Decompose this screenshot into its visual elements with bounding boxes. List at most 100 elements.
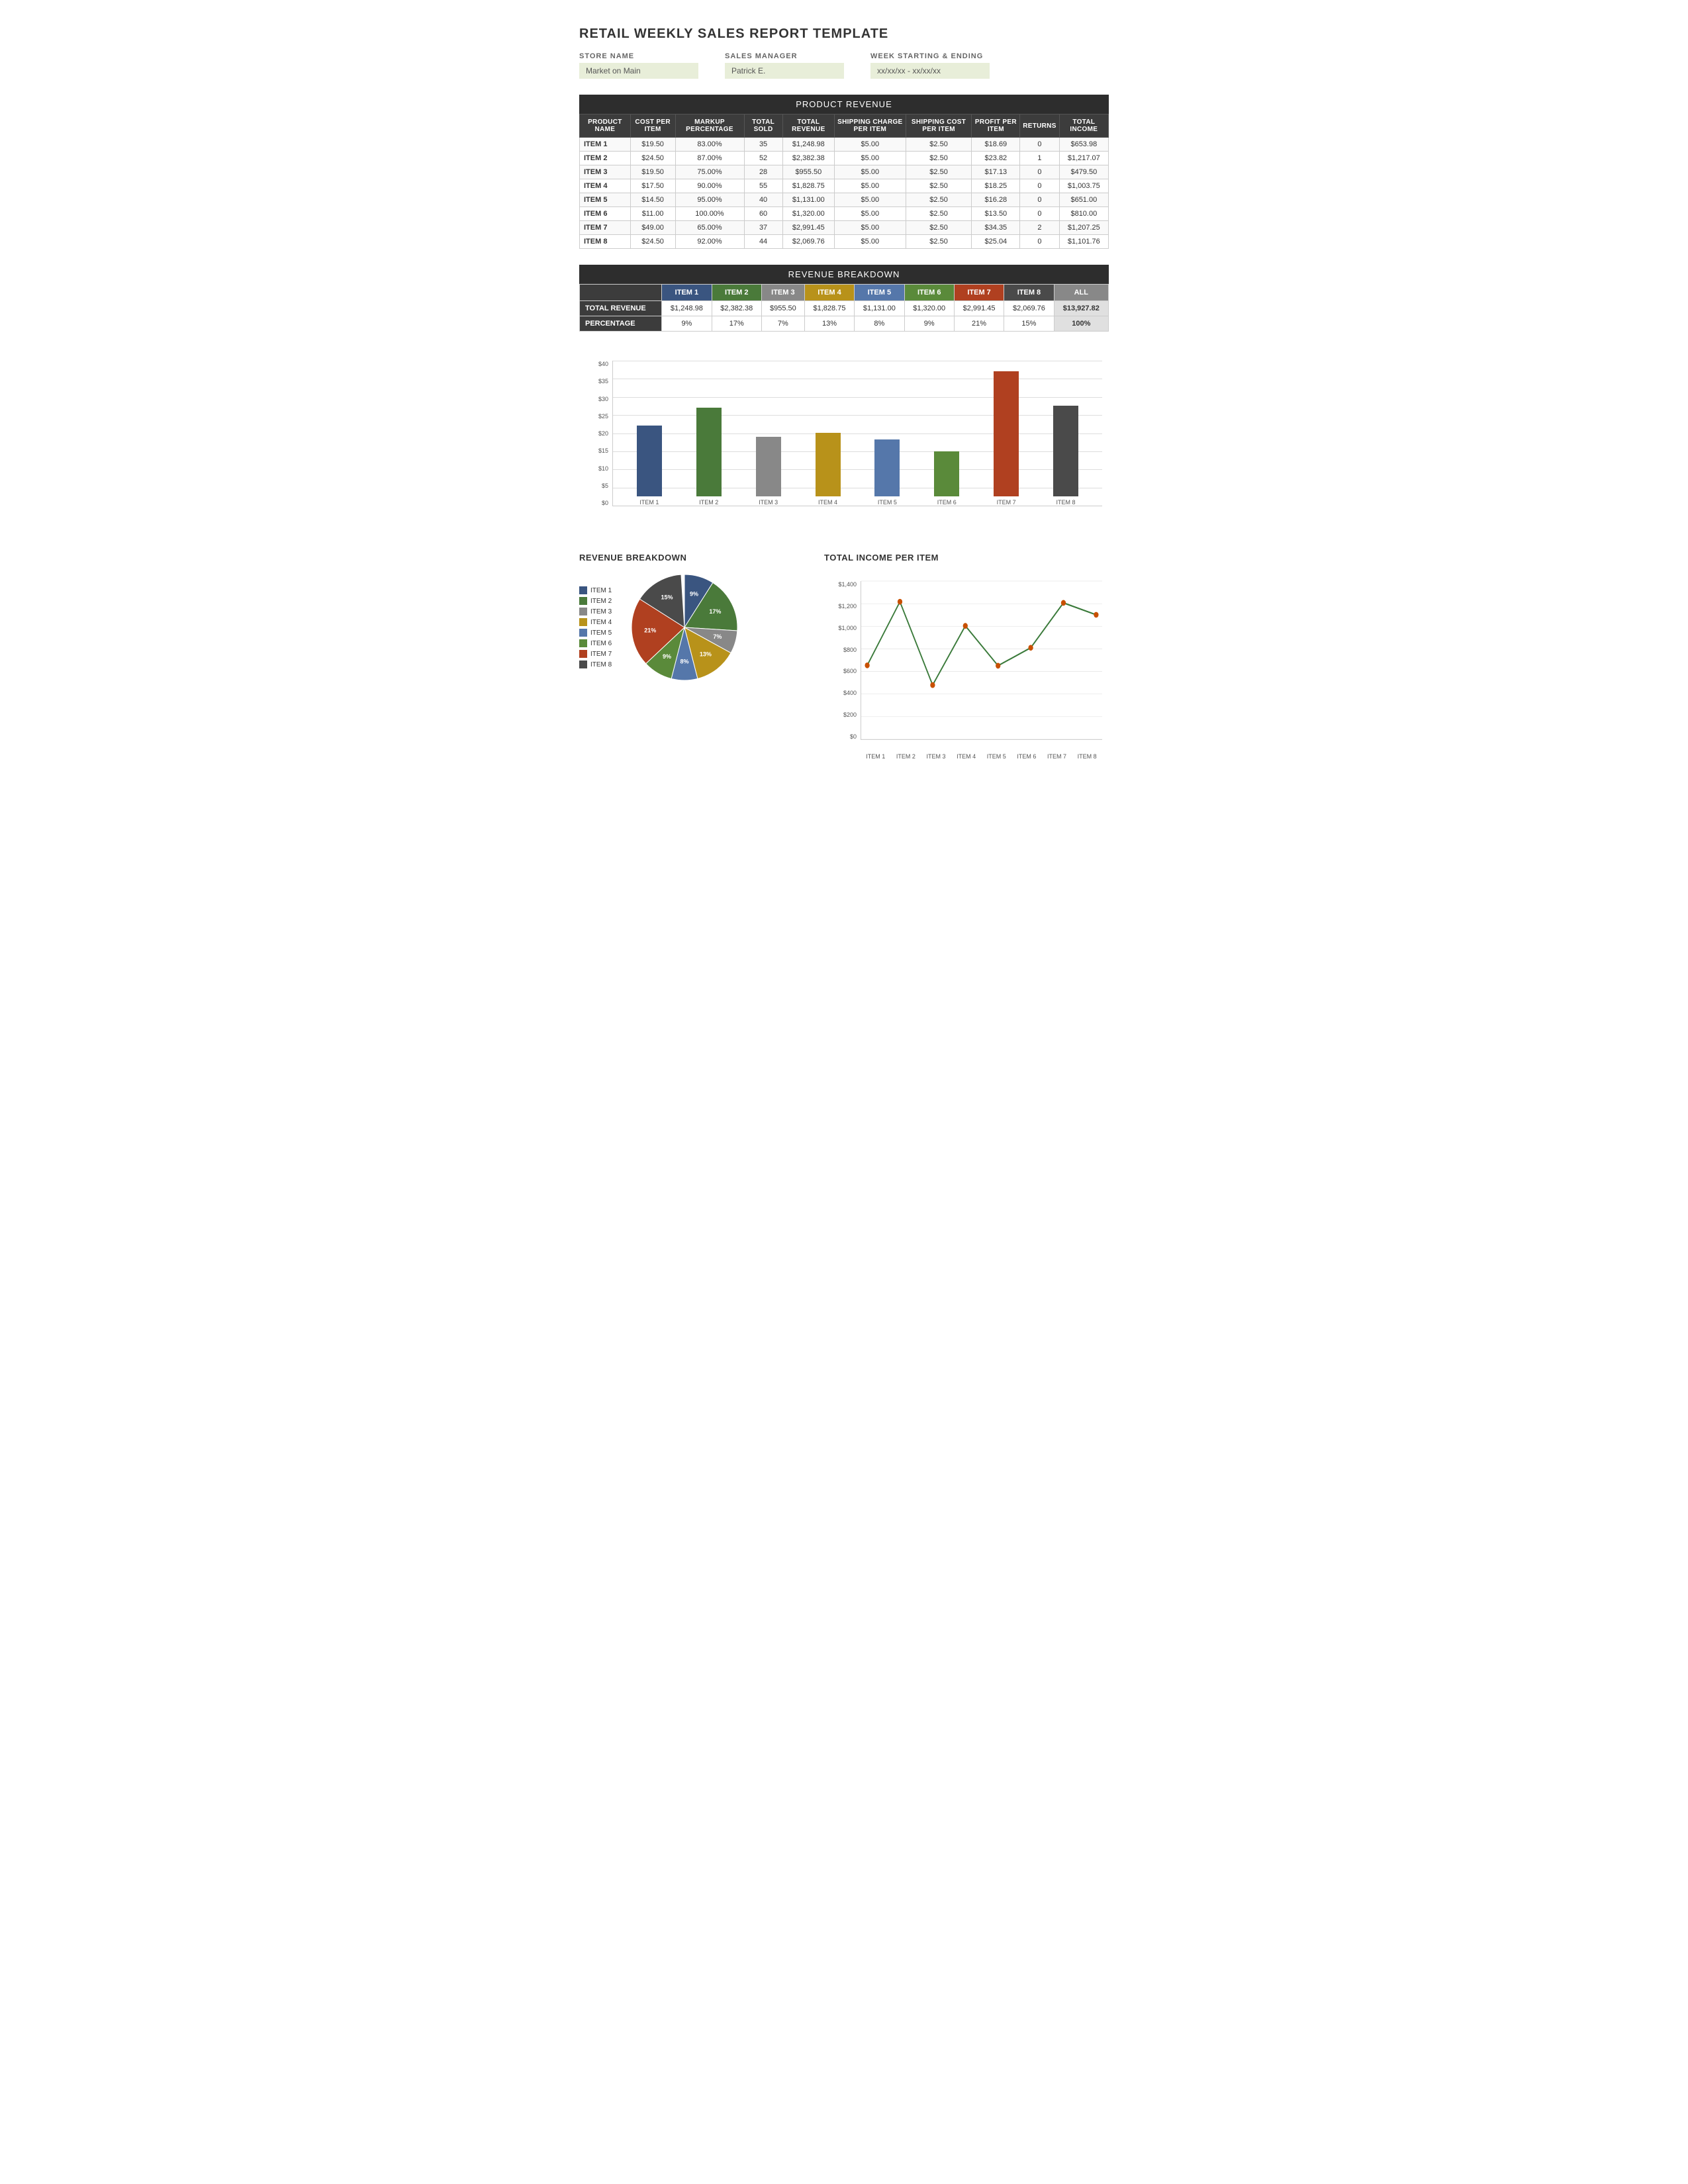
table-cell: $2,382.38 (782, 152, 834, 165)
table-cell: $2.50 (906, 179, 972, 193)
table-cell: 83.00% (675, 138, 744, 152)
line-chart-inner (861, 581, 1102, 740)
bar-y-axis: $40$35$30$25$20$15$10$5$0 (579, 361, 611, 506)
line-chart-title: TOTAL INCOME PER ITEM (824, 553, 1109, 563)
legend-item: ITEM 4 (579, 618, 612, 626)
line-y-label: $0 (850, 733, 857, 740)
line-x-label: ITEM 3 (927, 753, 946, 760)
pie-label: 15% (661, 594, 673, 601)
legend-label: ITEM 4 (590, 619, 612, 626)
table-cell: $2,069.76 (1004, 301, 1054, 316)
product-revenue-section: PRODUCT REVENUE PRODUCT NAMECOST PER ITE… (579, 95, 1109, 249)
table-cell: $18.25 (972, 179, 1020, 193)
line-x-label: ITEM 5 (987, 753, 1006, 760)
table-cell: 0 (1020, 179, 1059, 193)
legend-label: ITEM 8 (590, 661, 612, 668)
table-cell: ITEM 5 (580, 193, 631, 207)
legend-color (579, 639, 587, 647)
table-cell: $1,828.75 (804, 301, 854, 316)
product-col-header: MARKUP PERCENTAGE (675, 114, 744, 138)
table-cell: $17.50 (630, 179, 675, 193)
table-row: PERCENTAGE9%17%7%13%8%9%21%15%100% (580, 316, 1109, 332)
bar-group: ITEM 2 (679, 361, 739, 506)
pie-container: ITEM 1ITEM 2ITEM 3ITEM 4ITEM 5ITEM 6ITEM… (579, 568, 804, 687)
line-x-label: ITEM 2 (896, 753, 915, 760)
legend-label: ITEM 5 (590, 629, 612, 637)
table-cell: 40 (744, 193, 782, 207)
store-value: Market on Main (579, 63, 698, 79)
table-cell: $25.04 (972, 235, 1020, 249)
line-y-label: $800 (843, 647, 857, 653)
bar-label: ITEM 5 (878, 499, 897, 506)
product-revenue-table: PRODUCT NAMECOST PER ITEMMARKUP PERCENTA… (579, 114, 1109, 249)
line-chart-point (1028, 645, 1033, 651)
breakdown-col-header: ITEM 6 (904, 285, 954, 301)
table-cell: 92.00% (675, 235, 744, 249)
row-label: TOTAL REVENUE (580, 301, 662, 316)
table-row: ITEM 8$24.5092.00%44$2,069.76$5.00$2.50$… (580, 235, 1109, 249)
line-chart-point (865, 662, 869, 668)
pie-label: 7% (714, 633, 722, 640)
bar-label: ITEM 6 (937, 499, 957, 506)
bar (816, 433, 841, 496)
pie-label: 17% (710, 608, 722, 615)
bar-chart-inner: ITEM 1ITEM 2ITEM 3ITEM 4ITEM 5ITEM 6ITEM… (612, 361, 1102, 506)
product-col-header: PROFIT PER ITEM (972, 114, 1020, 138)
bar-group: ITEM 6 (917, 361, 976, 506)
table-cell: 100% (1054, 316, 1108, 332)
line-chart-container: $1,400$1,200$1,000$800$600$400$200$0 ITE… (824, 568, 1109, 766)
breakdown-col-header: ITEM 4 (804, 285, 854, 301)
table-cell: $5.00 (835, 207, 906, 221)
row-label: PERCENTAGE (580, 316, 662, 332)
table-cell: $1,131.00 (855, 301, 904, 316)
bar-group: ITEM 3 (739, 361, 798, 506)
product-col-header: RETURNS (1020, 114, 1059, 138)
breakdown-col-header: ITEM 2 (712, 285, 761, 301)
line-y-axis: $1,400$1,200$1,000$800$600$400$200$0 (824, 581, 859, 740)
table-cell: 75.00% (675, 165, 744, 179)
line-chart-point (996, 663, 1000, 669)
week-label: WEEK STARTING & ENDING (870, 52, 990, 60)
product-col-header: TOTAL REVENUE (782, 114, 834, 138)
table-cell: 28 (744, 165, 782, 179)
table-cell: $2.50 (906, 193, 972, 207)
table-cell: $5.00 (835, 138, 906, 152)
bar-group: ITEM 8 (1036, 361, 1096, 506)
bar (934, 451, 959, 496)
line-y-label: $1,400 (838, 581, 857, 588)
pie-chart-section: REVENUE BREAKDOWN ITEM 1ITEM 2ITEM 3ITEM… (579, 553, 804, 766)
table-cell: $18.69 (972, 138, 1020, 152)
table-row: ITEM 5$14.5095.00%40$1,131.00$5.00$2.50$… (580, 193, 1109, 207)
bar (637, 426, 662, 496)
bar-label: ITEM 2 (699, 499, 718, 506)
table-cell: 7% (761, 316, 804, 332)
legend-color (579, 586, 587, 594)
table-cell: $1,207.25 (1059, 221, 1108, 235)
line-y-label: $400 (843, 690, 857, 696)
table-cell: ITEM 8 (580, 235, 631, 249)
pie-chart-title: REVENUE BREAKDOWN (579, 553, 804, 563)
table-cell: $1,217.07 (1059, 152, 1108, 165)
legend-item: ITEM 6 (579, 639, 612, 647)
line-x-label: ITEM 4 (957, 753, 976, 760)
table-cell: 0 (1020, 165, 1059, 179)
table-cell: $24.50 (630, 235, 675, 249)
store-label: STORE NAME (579, 52, 698, 60)
legend-color (579, 650, 587, 658)
table-cell: 9% (904, 316, 954, 332)
table-cell: 0 (1020, 138, 1059, 152)
table-cell: $24.50 (630, 152, 675, 165)
legend-label: ITEM 1 (590, 587, 612, 594)
table-cell: 87.00% (675, 152, 744, 165)
week-group: WEEK STARTING & ENDING xx/xx/xx - xx/xx/… (870, 52, 990, 79)
y-axis-label: $25 (598, 413, 608, 420)
table-cell: 95.00% (675, 193, 744, 207)
bar-group: ITEM 4 (798, 361, 858, 506)
breakdown-col-header: ITEM 5 (855, 285, 904, 301)
legend-item: ITEM 2 (579, 597, 612, 605)
page-title: RETAIL WEEKLY SALES REPORT TEMPLATE (579, 26, 1109, 42)
pie-label: 21% (644, 627, 656, 633)
line-chart-line (867, 602, 1096, 685)
table-row: ITEM 6$11.00100.00%60$1,320.00$5.00$2.50… (580, 207, 1109, 221)
pie-chart-svg: 9%17%7%13%8%9%21%15% (625, 568, 744, 687)
